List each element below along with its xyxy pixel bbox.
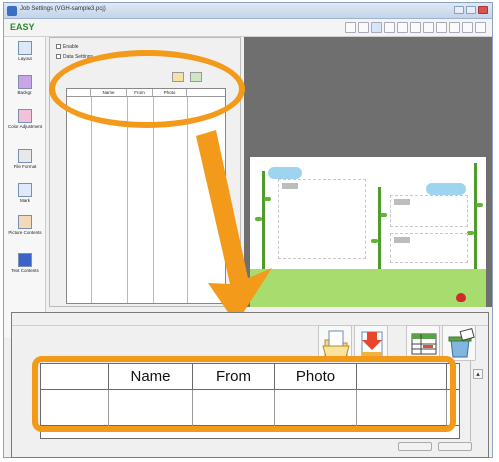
leaf-decoration [255,217,262,221]
toolbar-zoom-in-icon[interactable] [397,22,408,33]
cloud-decoration [426,183,466,195]
sidebar-item-label: Picture Contents [8,230,42,235]
maximize-button[interactable] [466,6,476,14]
toolbar-checkmark-icon[interactable] [345,22,356,33]
app-logo: EASY [10,22,35,32]
ok-button[interactable] [398,442,432,451]
sidebar-item-color-adjustment[interactable]: Color Adjustment [6,109,44,129]
edit-table-button[interactable] [406,325,440,361]
column-header[interactable] [357,364,447,390]
toolbar-info-icon[interactable] [475,22,486,33]
scroll-up-arrow-icon[interactable]: ▴ [473,369,483,379]
sidebar-item-label: Text Contents [11,268,39,273]
column-header[interactable] [41,364,109,390]
sidebar-item-mark[interactable]: Mark [6,183,44,203]
sidebar-item-label: Mark [20,198,30,203]
leaf-decoration [467,231,474,235]
column-header-from[interactable]: From [193,364,275,390]
sidebar-item-background[interactable]: Backgr. [6,75,44,95]
highlight-oval [49,50,245,128]
text-tag[interactable] [282,183,298,189]
toolbar-grid-icon[interactable] [449,22,460,33]
open-data-file-icon [322,330,350,358]
sidebar-item-label: File Format [13,164,37,169]
leaf-decoration [371,239,378,243]
leaf-decoration [380,213,387,217]
enable-checkbox[interactable] [56,44,61,50]
clear-table-icon [448,327,475,358]
toolbar-rotate-icon[interactable] [384,22,395,33]
import-data-button[interactable] [354,325,388,361]
column-header-name[interactable]: Name [109,364,193,390]
text-tag[interactable] [394,237,410,243]
toolbar-page-icon[interactable] [436,22,447,33]
sidebar-item-label: Layout [18,56,32,61]
background-icon [18,75,32,89]
open-data-file-button[interactable] [318,325,352,361]
data-table: Name From Photo [40,363,460,439]
toolbar-select-icon[interactable] [371,22,382,33]
vine-decoration [262,171,265,281]
file-format-icon [18,149,32,163]
mark-icon [18,183,32,197]
grass-decoration [250,269,486,307]
table-cell[interactable] [193,390,275,426]
mini-col-divider [127,97,128,303]
sidebar-item-label: Color Adjustment [7,124,43,129]
table-cell[interactable] [357,390,447,426]
photo-frame[interactable] [278,179,366,259]
leaf-decoration [264,197,271,201]
sidebar: Layout Backgr. Color Adjustment File For… [4,37,46,337]
column-header-photo[interactable]: Photo [275,364,357,390]
table-cell[interactable] [109,390,193,426]
table-cell[interactable] [275,390,357,426]
toolbar-preview-icon[interactable] [358,22,369,33]
title-bar: Job Settings (VGH-sample3.pcj) [4,3,492,19]
minimize-button[interactable] [454,6,464,14]
preview-page [250,157,486,307]
toolbar-zoom-out-icon[interactable] [410,22,421,33]
text-contents-icon [18,253,32,267]
toolbar-fit-icon[interactable] [423,22,434,33]
window-title: Job Settings (VGH-sample3.pcj) [20,6,106,12]
mini-col-divider [187,97,188,303]
leaf-decoration [476,203,483,207]
vine-decoration [378,187,381,281]
table-row[interactable] [41,390,459,426]
sidebar-item-file-format[interactable]: File Format [6,149,44,169]
data-settings-checkbox[interactable] [56,54,61,60]
toolbar: EASY [4,19,492,37]
layout-icon [18,41,32,55]
app-icon [7,6,17,16]
close-button[interactable] [478,6,488,14]
sidebar-item-picture-contents[interactable]: Picture Contents [6,215,44,235]
zoomed-data-panel: Name From Photo ▴ [11,312,489,458]
color-adjustment-icon [18,109,32,123]
vine-decoration [474,163,477,281]
cancel-button[interactable] [438,442,472,451]
mini-col-divider [91,97,92,303]
table-cell[interactable] [41,390,109,426]
table-header: Name From Photo [41,364,459,390]
enable-checkbox-row[interactable]: Enable [56,44,79,50]
toolbar-settings-icon[interactable] [462,22,473,33]
import-data-icon [361,331,383,357]
edit-table-icon [411,333,437,355]
sidebar-item-layout[interactable]: Layout [6,41,44,61]
sidebar-item-text-contents[interactable]: Text Contents [6,253,44,273]
vertical-scrollbar[interactable]: ▴ [470,361,484,441]
layout-preview [244,37,492,307]
ladybug-decoration [456,293,466,302]
picture-contents-icon [18,215,32,229]
enable-checkbox-label: Enable [63,44,79,50]
cloud-decoration [268,167,302,179]
text-tag[interactable] [394,199,410,205]
sidebar-item-label: Backgr. [17,90,33,95]
clear-table-button[interactable] [442,325,476,361]
